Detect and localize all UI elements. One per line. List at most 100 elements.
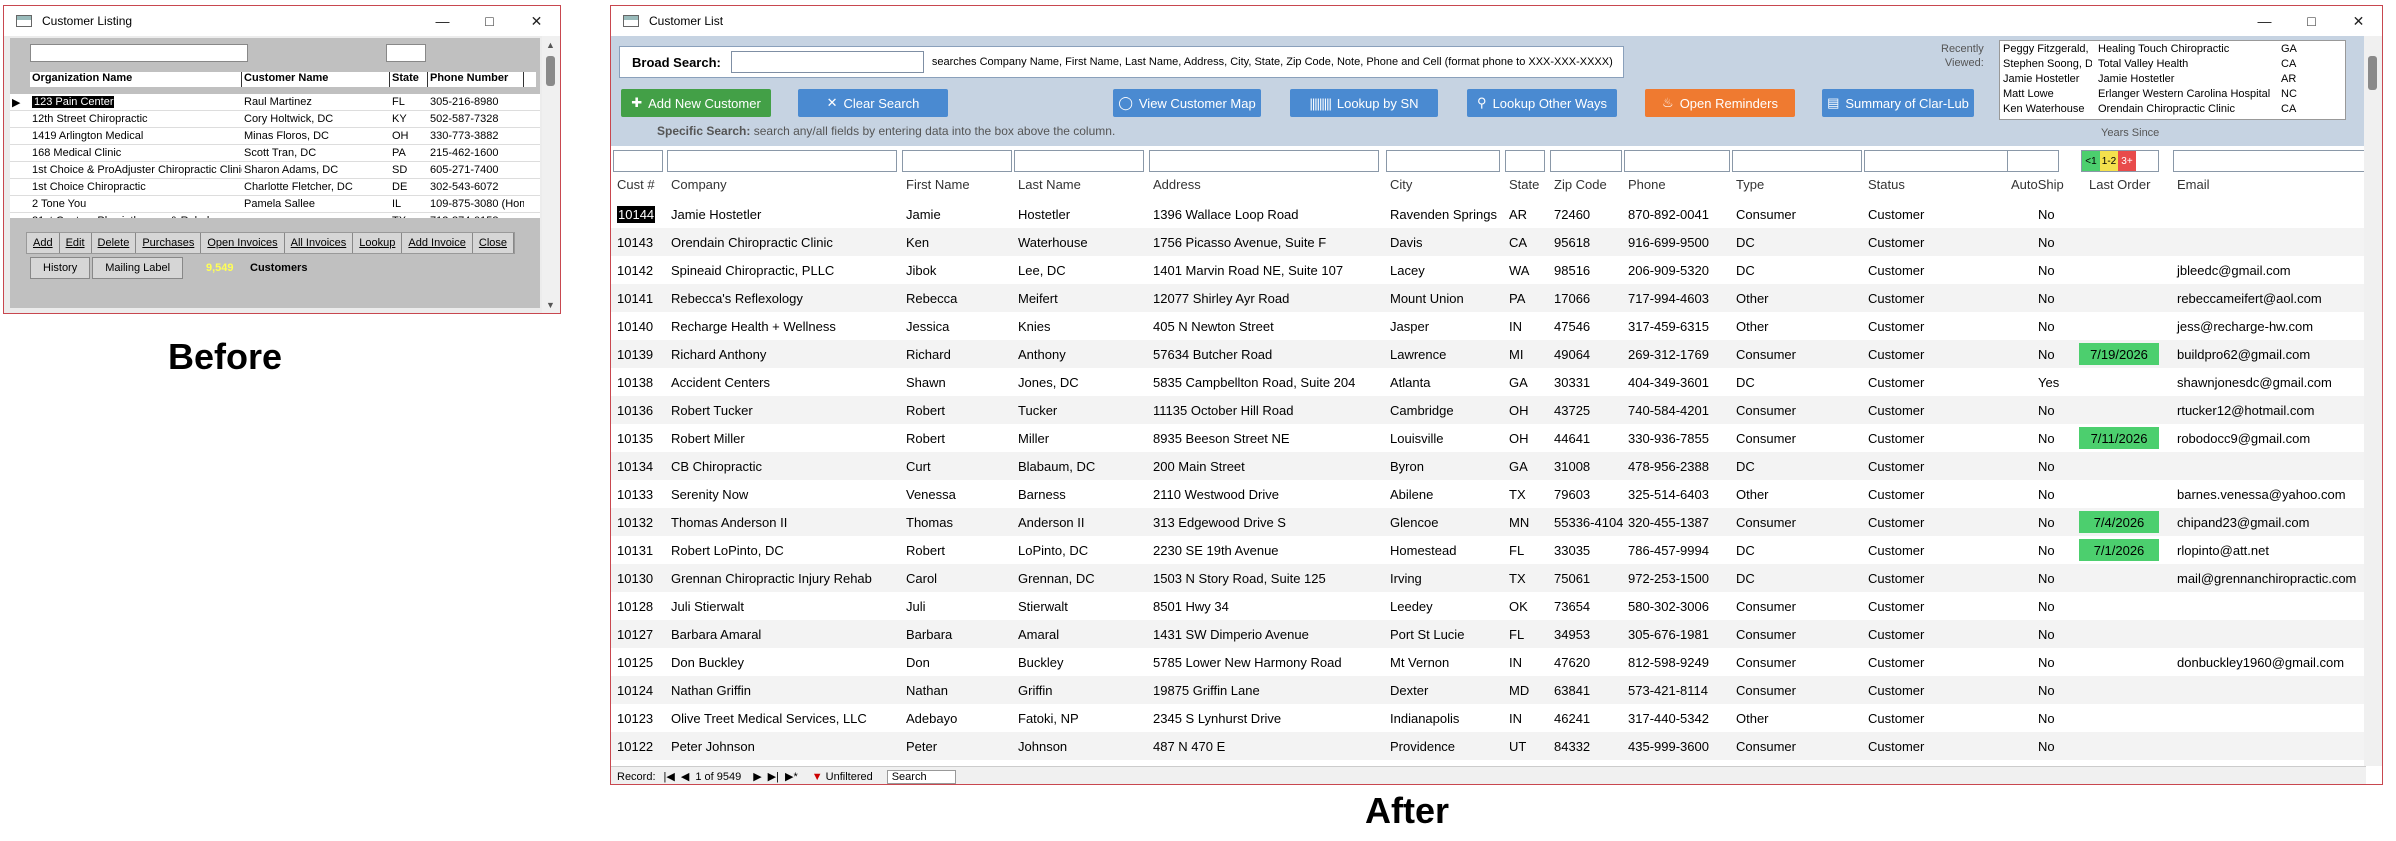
list-item[interactable]: 21st Century Physiotherapy & Rehab TX713-… xyxy=(10,213,540,218)
open-reminders-button[interactable]: ♨ Open Reminders xyxy=(1645,89,1795,117)
new-record-icon[interactable]: ▶* xyxy=(785,770,798,783)
close-icon[interactable]: ✕ xyxy=(2335,6,2382,36)
table-row[interactable]: 10127 Barbara Amaral Barbara Amaral 1431 SW … xyxy=(611,620,2366,648)
maximize-icon[interactable]: □ xyxy=(466,6,513,36)
before-mailing-label-button[interactable]: Mailing Label xyxy=(92,257,184,279)
list-item[interactable]: 1st Choice & ProAdjuster Chiropractic Cl… xyxy=(10,162,540,179)
last-order-filter-input[interactable] xyxy=(2136,151,2158,171)
column-header[interactable]: Address xyxy=(1153,177,1201,192)
before-edit-button[interactable]: Edit xyxy=(60,233,92,253)
column-header[interactable]: Last Name xyxy=(1018,177,1081,192)
prev-record-icon[interactable]: ◀ xyxy=(681,770,689,783)
list-item[interactable]: 1419 Arlington Medical Minas Floros, DC OH… xyxy=(10,128,540,145)
nav-search-input[interactable]: Search xyxy=(886,769,956,784)
before-add-invoice-button[interactable]: Add Invoice xyxy=(402,233,473,253)
table-row[interactable]: 10138 Accident Centers Shawn Jones, DC 5835 … xyxy=(611,368,2366,396)
summary-of-clar-lub-button[interactable]: ▤ Summary of Clar-Lub xyxy=(1822,89,1974,117)
table-row[interactable]: 10134 CB Chiropractic Curt Blabaum, DC 200 M… xyxy=(611,452,2366,480)
table-row[interactable]: 10141 Rebecca's Reflexology Rebecca Meifert… xyxy=(611,284,2366,312)
first-record-icon[interactable]: |◀ xyxy=(664,770,675,783)
table-row[interactable]: 10132 Thomas Anderson II Thomas Anderson II… xyxy=(611,508,2366,536)
before-purchases-button[interactable]: Purchases xyxy=(136,233,202,253)
minimize-icon[interactable]: — xyxy=(419,6,466,36)
before-open-invoices-button[interactable]: Open Invoices xyxy=(201,233,285,253)
scroll-up-icon[interactable]: ▲ xyxy=(546,40,555,50)
column-header[interactable]: Type xyxy=(1736,177,1764,192)
column-header[interactable]: AutoShip xyxy=(2011,177,2064,192)
column-header[interactable]: Cust # xyxy=(617,177,655,192)
column-header[interactable]: Status xyxy=(1868,177,1905,192)
recent-item[interactable]: Peggy Fitzgerald, DC Healing Touch Chirop… xyxy=(2000,41,2345,56)
table-row[interactable]: 10131 Robert LoPinto, DC Robert LoPinto, DC… xyxy=(611,536,2366,564)
column-filter-input[interactable] xyxy=(902,150,1012,172)
after-vertical-scrollbar[interactable] xyxy=(2364,36,2382,766)
table-row[interactable]: 10130 Grennan Chiropractic Injury Rehab Ca… xyxy=(611,564,2366,592)
table-row[interactable]: 10133 Serenity Now Venessa Barness 2110 West… xyxy=(611,480,2366,508)
table-row[interactable]: 10128 Juli Stierwalt Juli Stierwalt 8501 Hwy… xyxy=(611,592,2366,620)
last-record-icon[interactable]: ▶| xyxy=(768,770,779,783)
scroll-down-icon[interactable]: ▼ xyxy=(546,300,555,310)
list-item[interactable]: 1st Choice Chiropractic Charlotte Fletche… xyxy=(10,179,540,196)
maximize-icon[interactable]: □ xyxy=(2288,6,2335,36)
table-row[interactable]: 10144 Jamie Hostetler Jamie Hostetler 1396 W… xyxy=(611,200,2366,228)
clear-search-button[interactable]: ✕ Clear Search xyxy=(798,89,948,117)
filter-icon[interactable]: ▼ xyxy=(812,771,823,783)
column-filter-input[interactable] xyxy=(1386,150,1500,172)
column-filter-input[interactable] xyxy=(1732,150,1862,172)
before-delete-button[interactable]: Delete xyxy=(92,233,137,253)
list-item[interactable]: ▶ 123 Pain Center Raul Martinez FL 305-216-8… xyxy=(10,94,540,111)
column-header[interactable]: Company xyxy=(671,177,727,192)
table-row[interactable]: 10140 Recharge Health + Wellness Jessica Kn… xyxy=(611,312,2366,340)
scroll-thumb[interactable] xyxy=(546,56,555,86)
column-filter-input[interactable] xyxy=(613,150,663,172)
before-all-invoices-button[interactable]: All Invoices xyxy=(285,233,354,253)
column-filter-input[interactable] xyxy=(1149,150,1379,172)
table-row[interactable]: 10143 Orendain Chiropractic Clinic Ken Wate… xyxy=(611,228,2366,256)
scroll-thumb[interactable] xyxy=(2368,56,2377,90)
next-record-icon[interactable]: ▶ xyxy=(753,770,761,783)
column-filter-input[interactable] xyxy=(2007,150,2059,172)
column-header[interactable]: Last Order xyxy=(2089,177,2150,192)
column-filter-input[interactable] xyxy=(1624,150,1730,172)
column-filter-input[interactable] xyxy=(2173,150,2373,172)
before-vertical-scrollbar[interactable]: ▲ ▼ xyxy=(542,36,560,313)
column-header[interactable]: First Name xyxy=(906,177,970,192)
recent-item[interactable]: Jamie Hostetler Jamie Hostetler AR xyxy=(2000,71,2345,86)
table-row[interactable]: 10122 Peter Johnson Peter Johnson 487 N 470 … xyxy=(611,732,2366,760)
column-filter-input[interactable] xyxy=(1864,150,2022,172)
broad-search-input[interactable] xyxy=(730,51,924,73)
filter-status[interactable]: Unfiltered xyxy=(826,771,873,783)
column-header[interactable]: City xyxy=(1390,177,1412,192)
column-filter-input[interactable] xyxy=(1014,150,1144,172)
column-filter-input[interactable] xyxy=(1505,150,1545,172)
table-row[interactable]: 10123 Olive Treet Medical Services, LLC Ad… xyxy=(611,704,2366,732)
list-item[interactable]: 12th Street Chiropractic Cory Holtwick, D… xyxy=(10,111,540,128)
column-header[interactable]: Phone xyxy=(1628,177,1666,192)
record-position[interactable]: 1 of 9549 xyxy=(695,771,741,783)
column-header[interactable]: Email xyxy=(2177,177,2210,192)
state-search-input[interactable] xyxy=(386,44,426,62)
close-icon[interactable]: ✕ xyxy=(513,6,560,36)
table-row[interactable]: 10136 Robert Tucker Robert Tucker 11135 Octo… xyxy=(611,396,2366,424)
recent-item[interactable]: Ken Waterhouse Orendain Chiropractic Clin… xyxy=(2000,101,2345,116)
before-lookup-button[interactable]: Lookup xyxy=(353,233,403,253)
before-close-button[interactable]: Close xyxy=(473,233,514,253)
view-customer-map-button[interactable]: ◯ View Customer Map xyxy=(1113,89,1261,117)
add-new-customer-button[interactable]: ✚ Add New Customer xyxy=(621,89,771,117)
org-search-input[interactable] xyxy=(30,44,248,62)
recent-item[interactable]: Matt Lowe Erlanger Western Carolina Hospi… xyxy=(2000,86,2345,101)
lookup-by-sn-button[interactable]: ||||||||| Lookup by SN xyxy=(1290,89,1438,117)
minimize-icon[interactable]: — xyxy=(2241,6,2288,36)
column-header[interactable]: State xyxy=(1509,177,1539,192)
recently-viewed-list[interactable]: Peggy Fitzgerald, DC Healing Touch Chirop… xyxy=(1999,40,2346,120)
selected-cell-text[interactable]: 123 Pain Center xyxy=(32,96,114,108)
table-row[interactable]: 10139 Richard Anthony Richard Anthony 57634 … xyxy=(611,340,2366,368)
table-row[interactable]: 10142 Spineaid Chiropractic, PLLC Jibok Lee… xyxy=(611,256,2366,284)
list-item[interactable]: 168 Medical Clinic Scott Tran, DC PA 215-46… xyxy=(10,145,540,162)
before-add-button[interactable]: Add xyxy=(27,233,60,253)
column-header[interactable]: Zip Code xyxy=(1554,177,1607,192)
recent-item[interactable]: Stephen Soong, DC Total Valley Health CA xyxy=(2000,56,2345,71)
table-row[interactable]: 10125 Don Buckley Don Buckley 5785 Lower New… xyxy=(611,648,2366,676)
column-filter-input[interactable] xyxy=(667,150,897,172)
before-history-button[interactable]: History xyxy=(30,257,91,279)
